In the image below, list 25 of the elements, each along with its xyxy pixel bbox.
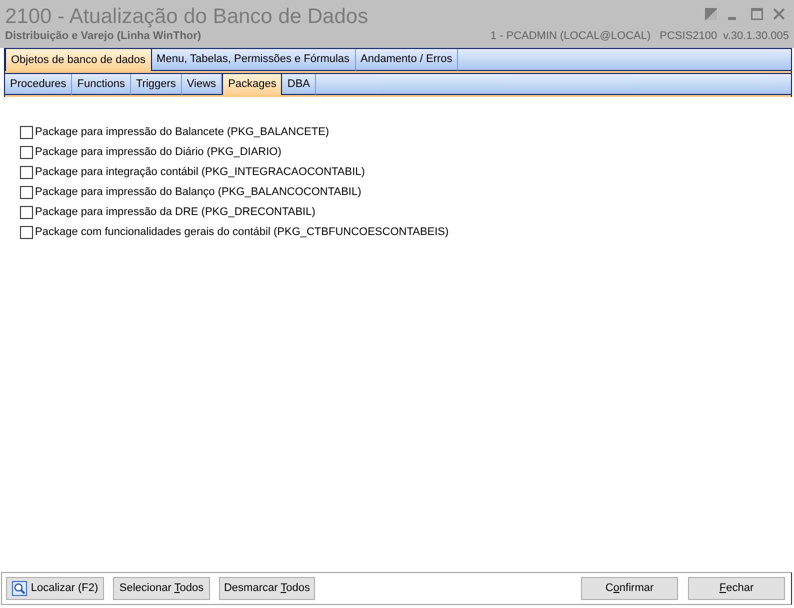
- tab[interactable]: Packages: [222, 74, 282, 95]
- checkbox-label: Package para impressão do Balanço (PKG_BALANCOCONTABIL): [35, 185, 362, 199]
- push-button[interactable]: Desmarcar Todos: [219, 577, 315, 600]
- checkbox[interactable]: [20, 126, 33, 138]
- tab[interactable]: Objetos de banco de dados: [5, 49, 152, 71]
- checkbox[interactable]: [20, 226, 33, 238]
- version-label: v.30.1.30.005: [723, 30, 789, 43]
- checkbox-label: Package para impressão do Diário (PKG_DIARIO): [35, 145, 282, 159]
- checkbox[interactable]: [20, 166, 33, 178]
- checkbox[interactable]: [20, 186, 33, 198]
- checkbox-label: Package com funcionalidades gerais do contábil (PKG_CTBFUNCOESCONTABEIS): [35, 225, 449, 239]
- search-button[interactable]: Localizar (F2): [6, 577, 104, 600]
- push-button[interactable]: Fechar: [688, 577, 785, 600]
- program-code: PCSIS2100: [660, 30, 718, 43]
- checkbox[interactable]: [20, 146, 33, 158]
- checkbox-label: Package para impressão do Balancete (PKG_BALANCETE): [35, 125, 330, 139]
- checkbox-label: Package para impressão da DRE (PKG_DRECONTABIL): [35, 205, 316, 219]
- checkbox[interactable]: [20, 206, 33, 218]
- push-button[interactable]: Confirmar: [581, 577, 678, 600]
- session-info: 1 - PCADMIN (LOCAL@LOCAL): [490, 30, 651, 43]
- search-icon: [12, 581, 27, 596]
- push-button[interactable]: Selecionar Todos: [113, 577, 210, 600]
- window-subtitle: Distribuição e Varejo (Linha WinThor): [5, 30, 202, 43]
- window-title: 2100 - Atualização do Banco de Dados: [5, 5, 368, 29]
- checkbox-label: Package para integração contábil (PKG_INTEGRACAOCONTABIL): [35, 165, 365, 179]
